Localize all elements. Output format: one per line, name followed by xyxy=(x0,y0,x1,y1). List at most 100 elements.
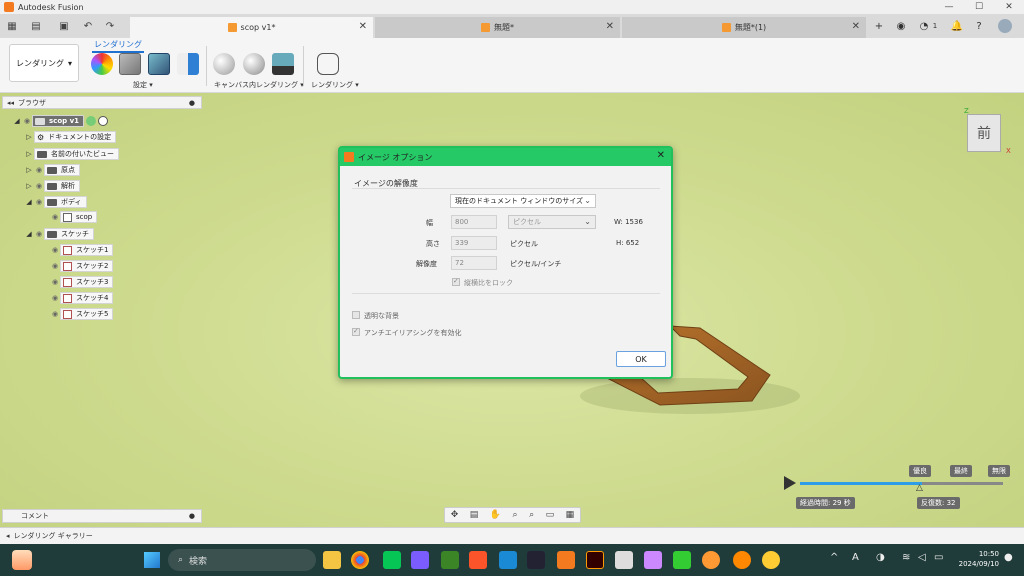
tree-node[interactable]: 原点 xyxy=(44,164,80,176)
eye-icon[interactable]: ◉ xyxy=(50,262,60,270)
lock-aspect-checkbox[interactable] xyxy=(452,277,460,286)
tree-root[interactable]: ◢ ◉ scop v1 xyxy=(12,115,109,127)
tree-item-sketch4[interactable]: ◉ スケッチ4 xyxy=(50,292,114,304)
tree-item-analysis[interactable]: ▷ ◉ 解析 xyxy=(24,180,80,192)
activate-icon[interactable] xyxy=(86,116,97,126)
line-icon[interactable] xyxy=(383,551,401,569)
eye-icon[interactable]: ◉ xyxy=(50,246,60,254)
windows-start-icon[interactable] xyxy=(144,552,160,568)
eye-icon[interactable]: ◉ xyxy=(50,294,60,302)
scene-settings-icon[interactable] xyxy=(119,53,141,75)
close-icon[interactable]: ✕ xyxy=(657,150,665,161)
taskbar-clock[interactable]: 10:50 2024/09/10 xyxy=(955,549,999,569)
orbit-icon[interactable]: ✥ xyxy=(451,510,459,520)
app-icon[interactable] xyxy=(527,551,545,569)
close-icon[interactable]: ✕ xyxy=(994,0,1024,14)
avatar[interactable] xyxy=(998,19,1012,33)
pin-icon[interactable]: ● xyxy=(189,99,195,107)
tab-rendering[interactable]: レンダリング xyxy=(92,39,144,53)
weather-widget-icon[interactable] xyxy=(12,550,32,570)
texture-map-icon[interactable] xyxy=(148,53,170,75)
viewcube-front-face[interactable]: 前 xyxy=(977,123,991,143)
battery-icon[interactable]: ▭ xyxy=(934,552,943,563)
capture-image-icon[interactable] xyxy=(272,53,294,75)
tree-node[interactable]: scop xyxy=(60,211,98,223)
canvas-render-settings-icon[interactable] xyxy=(243,53,265,75)
tree-item-sketches[interactable]: ◢ ◉ スケッチ xyxy=(24,228,94,240)
blender-icon[interactable] xyxy=(733,551,751,569)
decal-icon[interactable] xyxy=(177,53,199,75)
render-gallery-bar[interactable]: ◂ レンダリング ギャラリー xyxy=(0,527,1024,544)
ok-button[interactable]: OK xyxy=(616,351,666,367)
wifi-icon[interactable]: ≋ xyxy=(902,552,910,563)
taskbar-search[interactable]: ⌕ 検索 xyxy=(168,549,316,571)
eye-icon[interactable]: ◉ xyxy=(34,166,44,174)
workspace-switcher[interactable]: レンダリング ▾ xyxy=(9,44,79,82)
tree-node[interactable]: 名前の付いたビュー xyxy=(34,148,119,160)
dialog-title-bar[interactable]: イメージ オプション ✕ xyxy=(340,148,671,166)
app-icon[interactable] xyxy=(411,551,429,569)
zoom-icon[interactable]: ⌕ xyxy=(513,510,518,520)
tab-untitled-1[interactable]: 無題*(1) ✕ xyxy=(622,17,866,38)
antialiasing-checkbox[interactable] xyxy=(352,327,360,336)
grid-menu-icon[interactable]: ▦ xyxy=(4,18,20,34)
save-icon[interactable]: ▣ xyxy=(56,18,72,34)
tree-node[interactable]: スケッチ1 xyxy=(60,244,114,256)
illustrator-icon[interactable] xyxy=(586,551,604,569)
tree-item-sketch1[interactable]: ◉ スケッチ1 xyxy=(50,244,114,256)
app-icon[interactable] xyxy=(615,551,633,569)
expand-arrow-icon[interactable]: ◢ xyxy=(12,117,22,125)
tree-item-doc-settings[interactable]: ▷ ⚙ ドキュメントの設定 xyxy=(24,131,117,143)
tree-item-bodies[interactable]: ◢ ◉ ボディ xyxy=(24,196,87,208)
tree-node[interactable]: スケッチ2 xyxy=(60,260,114,272)
expand-arrow-icon[interactable]: ▷ xyxy=(24,182,34,190)
expand-arrow-icon[interactable]: ◢ xyxy=(24,198,34,206)
file-menu-icon[interactable]: ▤ xyxy=(28,18,44,34)
chrome-icon[interactable] xyxy=(351,551,369,569)
app-icon[interactable] xyxy=(673,551,691,569)
expand-up-icon[interactable]: ◂ xyxy=(6,532,10,540)
app-icon[interactable] xyxy=(499,551,517,569)
grid-settings-icon[interactable]: ▦ xyxy=(566,510,575,520)
chrome-canary-icon[interactable] xyxy=(762,551,780,569)
minecraft-icon[interactable] xyxy=(441,551,459,569)
tree-item-sketch3[interactable]: ◉ スケッチ3 xyxy=(50,276,114,288)
minimize-icon[interactable]: — xyxy=(934,0,964,14)
group-canvas-render-label[interactable]: キャンバス内レンダリング ▾ xyxy=(214,80,304,90)
transparent-bg-checkbox[interactable] xyxy=(352,311,360,319)
undo-icon[interactable]: ↶ xyxy=(80,18,96,34)
tab-close-icon[interactable]: ✕ xyxy=(852,21,860,32)
fusion-taskbar-icon[interactable] xyxy=(557,551,575,569)
tree-node[interactable]: スケッチ4 xyxy=(60,292,114,304)
tree-item-named-views[interactable]: ▷ 名前の付いたビュー xyxy=(24,148,119,160)
volume-icon[interactable]: ◁ xyxy=(918,552,926,563)
group-render-label[interactable]: レンダリング ▾ xyxy=(311,80,359,90)
expand-arrow-icon[interactable]: ▷ xyxy=(24,150,34,158)
teapot-render-icon[interactable] xyxy=(317,53,339,75)
tray-app-icon[interactable]: ◑ xyxy=(876,552,885,563)
tray-widget-icon[interactable]: ● xyxy=(1004,552,1013,563)
tree-node-root[interactable]: scop v1 xyxy=(32,115,85,127)
app-icon[interactable] xyxy=(644,551,662,569)
zoom-window-icon[interactable]: ⌕ xyxy=(529,510,534,520)
tray-chevron-icon[interactable]: ^ xyxy=(830,552,838,563)
look-at-icon[interactable]: ▤ xyxy=(470,510,479,520)
ime-icon[interactable]: A xyxy=(852,552,859,563)
tree-item-sketch5[interactable]: ◉ スケッチ5 xyxy=(50,308,114,320)
tab-close-icon[interactable]: ✕ xyxy=(606,21,614,32)
help-icon[interactable]: ? xyxy=(972,19,986,33)
quality-label-infinite[interactable]: 無限 xyxy=(988,465,1010,477)
extensions-icon[interactable]: ◉ xyxy=(894,19,908,33)
tree-node[interactable]: スケッチ xyxy=(44,228,94,240)
notifications-icon[interactable]: 🔔 xyxy=(950,19,964,33)
maximize-icon[interactable]: ☐ xyxy=(964,0,994,14)
pan-icon[interactable]: ✋ xyxy=(490,510,501,520)
tree-node[interactable]: 解析 xyxy=(44,180,80,192)
tab-close-icon[interactable]: ✕ xyxy=(359,21,367,32)
brave-icon[interactable] xyxy=(469,551,487,569)
tree-node[interactable]: スケッチ3 xyxy=(60,276,114,288)
progress-marker-icon[interactable]: △ xyxy=(916,483,923,493)
eye-icon[interactable]: ◉ xyxy=(34,230,44,238)
render-progress-track[interactable] xyxy=(800,482,1003,485)
size-preset-select[interactable]: 現在のドキュメント ウィンドウのサイズ ⌄ xyxy=(450,194,596,208)
